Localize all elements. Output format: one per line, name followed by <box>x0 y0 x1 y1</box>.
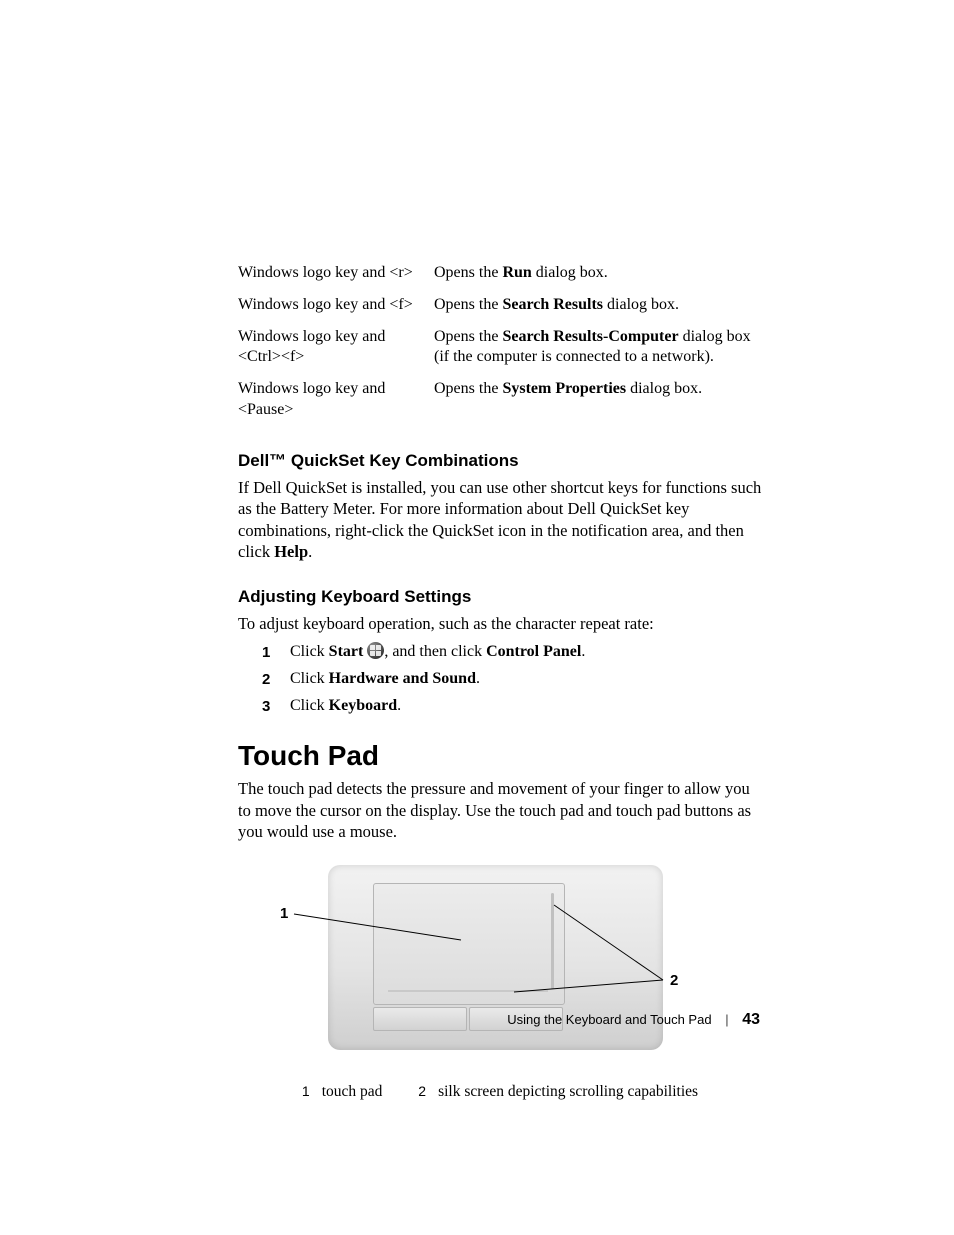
shortcut-desc: Opens the Search Results dialog box. <box>434 290 762 322</box>
heading-touchpad: Touch Pad <box>238 740 762 772</box>
shortcut-desc: Opens the Run dialog box. <box>434 258 762 290</box>
diagram-legend: 1 touch pad 2 silk screen depicting scroll… <box>238 1083 762 1101</box>
shortcut-keys: Windows logo key and <f> <box>238 290 434 322</box>
page-number: 43 <box>742 1011 760 1028</box>
callout-2: 2 <box>670 972 678 989</box>
shortcut-desc: Opens the Search Results-Computer dialog… <box>434 322 762 375</box>
table-row: Windows logo key and <r> Opens the Run d… <box>238 258 762 290</box>
shortcut-keys: Windows logo key and <Ctrl><f> <box>238 322 434 375</box>
touchpad-diagram: 1 2 <box>238 865 762 1065</box>
page-footer: Using the Keyboard and Touch Pad | 43 <box>0 1011 760 1029</box>
list-item: 3 Click Keyboard. <box>238 694 762 719</box>
windows-start-icon <box>367 642 384 659</box>
shortcut-keys: Windows logo key and <Pause> <box>238 374 434 427</box>
heading-quickset: Dell™ QuickSet Key Combinations <box>238 451 762 471</box>
touchpad-body: The touch pad detects the pressure and m… <box>238 778 762 842</box>
quickset-body: If Dell QuickSet is installed, you can u… <box>238 477 762 563</box>
adjusting-intro: To adjust keyboard operation, such as th… <box>238 613 762 634</box>
legend-num-2: 2 <box>418 1083 426 1099</box>
steps-list: 1 Click Start , and then click Control P… <box>238 640 762 718</box>
shortcut-desc: Opens the System Properties dialog box. <box>434 374 762 427</box>
footer-separator: | <box>725 1012 728 1027</box>
callout-lines <box>238 865 762 1065</box>
footer-title: Using the Keyboard and Touch Pad <box>507 1012 711 1027</box>
heading-adjusting: Adjusting Keyboard Settings <box>238 587 762 607</box>
page-content: Windows logo key and <r> Opens the Run d… <box>238 258 762 1101</box>
legend-text-1: touch pad <box>322 1083 383 1100</box>
table-row: Windows logo key and <Pause> Opens the S… <box>238 374 762 427</box>
list-item: 2 Click Hardware and Sound. <box>238 667 762 692</box>
legend-text-2: silk screen depicting scrolling capabili… <box>438 1083 698 1100</box>
step-number: 1 <box>262 641 270 664</box>
list-item: 1 Click Start , and then click Control P… <box>238 640 762 665</box>
table-row: Windows logo key and <f> Opens the Searc… <box>238 290 762 322</box>
shortcut-table: Windows logo key and <r> Opens the Run d… <box>238 258 762 427</box>
table-row: Windows logo key and <Ctrl><f> Opens the… <box>238 322 762 375</box>
step-number: 3 <box>262 695 270 718</box>
callout-1: 1 <box>280 905 288 922</box>
legend-num-1: 1 <box>302 1083 310 1099</box>
shortcut-keys: Windows logo key and <r> <box>238 258 434 290</box>
step-number: 2 <box>262 668 270 691</box>
